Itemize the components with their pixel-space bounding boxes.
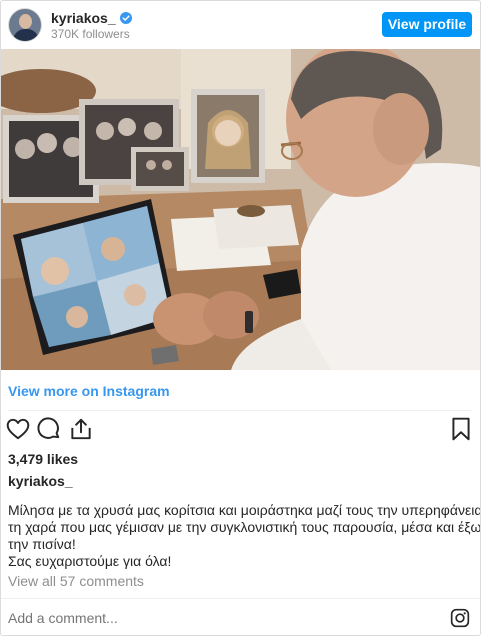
avatar[interactable] — [8, 8, 42, 42]
verified-badge-icon — [119, 12, 132, 24]
user-block: kyriakos_ 370K followers — [51, 10, 132, 42]
caption-line: Μίλησα με τα χρυσά μας κορίτσια και μοιρ… — [8, 502, 481, 518]
caption-line: Σας ευχαριστούμε για όλα! — [8, 553, 172, 569]
post-photo[interactable] — [1, 49, 480, 370]
username-row: kyriakos_ — [51, 10, 132, 26]
bookmark-icon[interactable] — [448, 416, 474, 442]
avatar-face — [19, 14, 32, 29]
caption-line: την πισίνα! — [8, 536, 76, 552]
post-photo-illustration — [1, 49, 480, 370]
view-more-link[interactable]: View more on Instagram — [8, 382, 170, 400]
comment-input[interactable] — [8, 609, 428, 627]
share-icon[interactable] — [68, 416, 94, 442]
heart-icon[interactable] — [5, 416, 31, 442]
divider — [1, 598, 480, 599]
instagram-embed: kyriakos_ 370K followers View profile Vi… — [0, 0, 481, 636]
view-comments-link[interactable]: View all 57 comments — [8, 572, 144, 590]
comment-icon[interactable] — [36, 416, 62, 442]
caption-username[interactable]: kyriakos_ — [8, 472, 73, 490]
view-profile-button[interactable]: View profile — [382, 12, 472, 37]
action-bar — [1, 416, 480, 444]
likes-count[interactable]: 3,479 likes — [8, 450, 78, 468]
divider — [8, 410, 471, 411]
followers-count: 370K followers — [51, 27, 130, 41]
username[interactable]: kyriakos_ — [51, 10, 116, 26]
avatar-suit — [13, 29, 39, 41]
post-header: kyriakos_ 370K followers View profile — [1, 1, 480, 49]
caption-line: τη χαρά που μας γέμισαν με την συγκλονισ… — [8, 519, 481, 535]
caption: Μίλησα με τα χρυσά μας κορίτσια και μοιρ… — [8, 502, 481, 570]
instagram-icon[interactable] — [450, 608, 470, 628]
